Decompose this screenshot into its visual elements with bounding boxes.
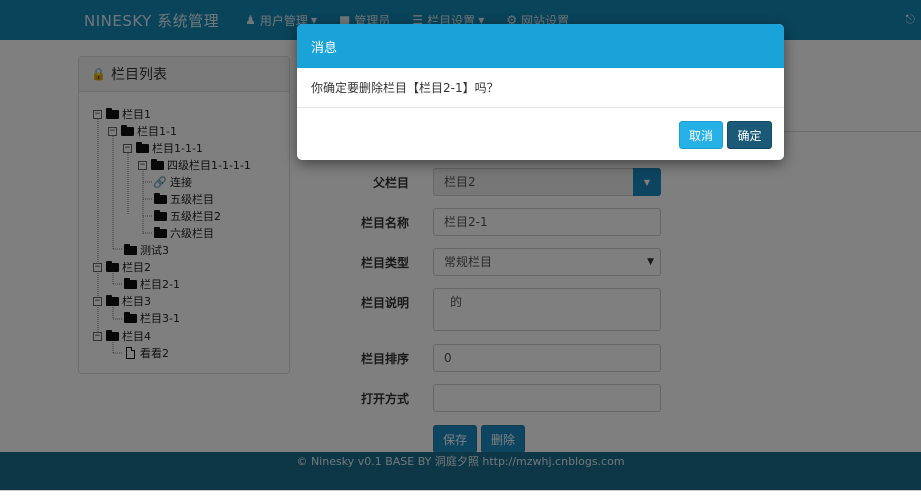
confirm-delete-dialog: 消息 你确定要删除栏目【栏目2-1】吗？ 取消 确定 [297,24,784,160]
dialog-title: 消息 [311,40,338,56]
window-bottom-strip [0,490,921,501]
dialog-footer: 取消 确定 [297,108,784,160]
cancel-button[interactable]: 取消 [679,121,723,149]
dialog-message: 你确定要删除栏目【栏目2-1】吗？ [311,81,499,95]
dialog-header: 消息 [297,24,784,68]
dialog-body: 你确定要删除栏目【栏目2-1】吗？ [297,68,784,108]
confirm-button[interactable]: 确定 [727,121,772,149]
